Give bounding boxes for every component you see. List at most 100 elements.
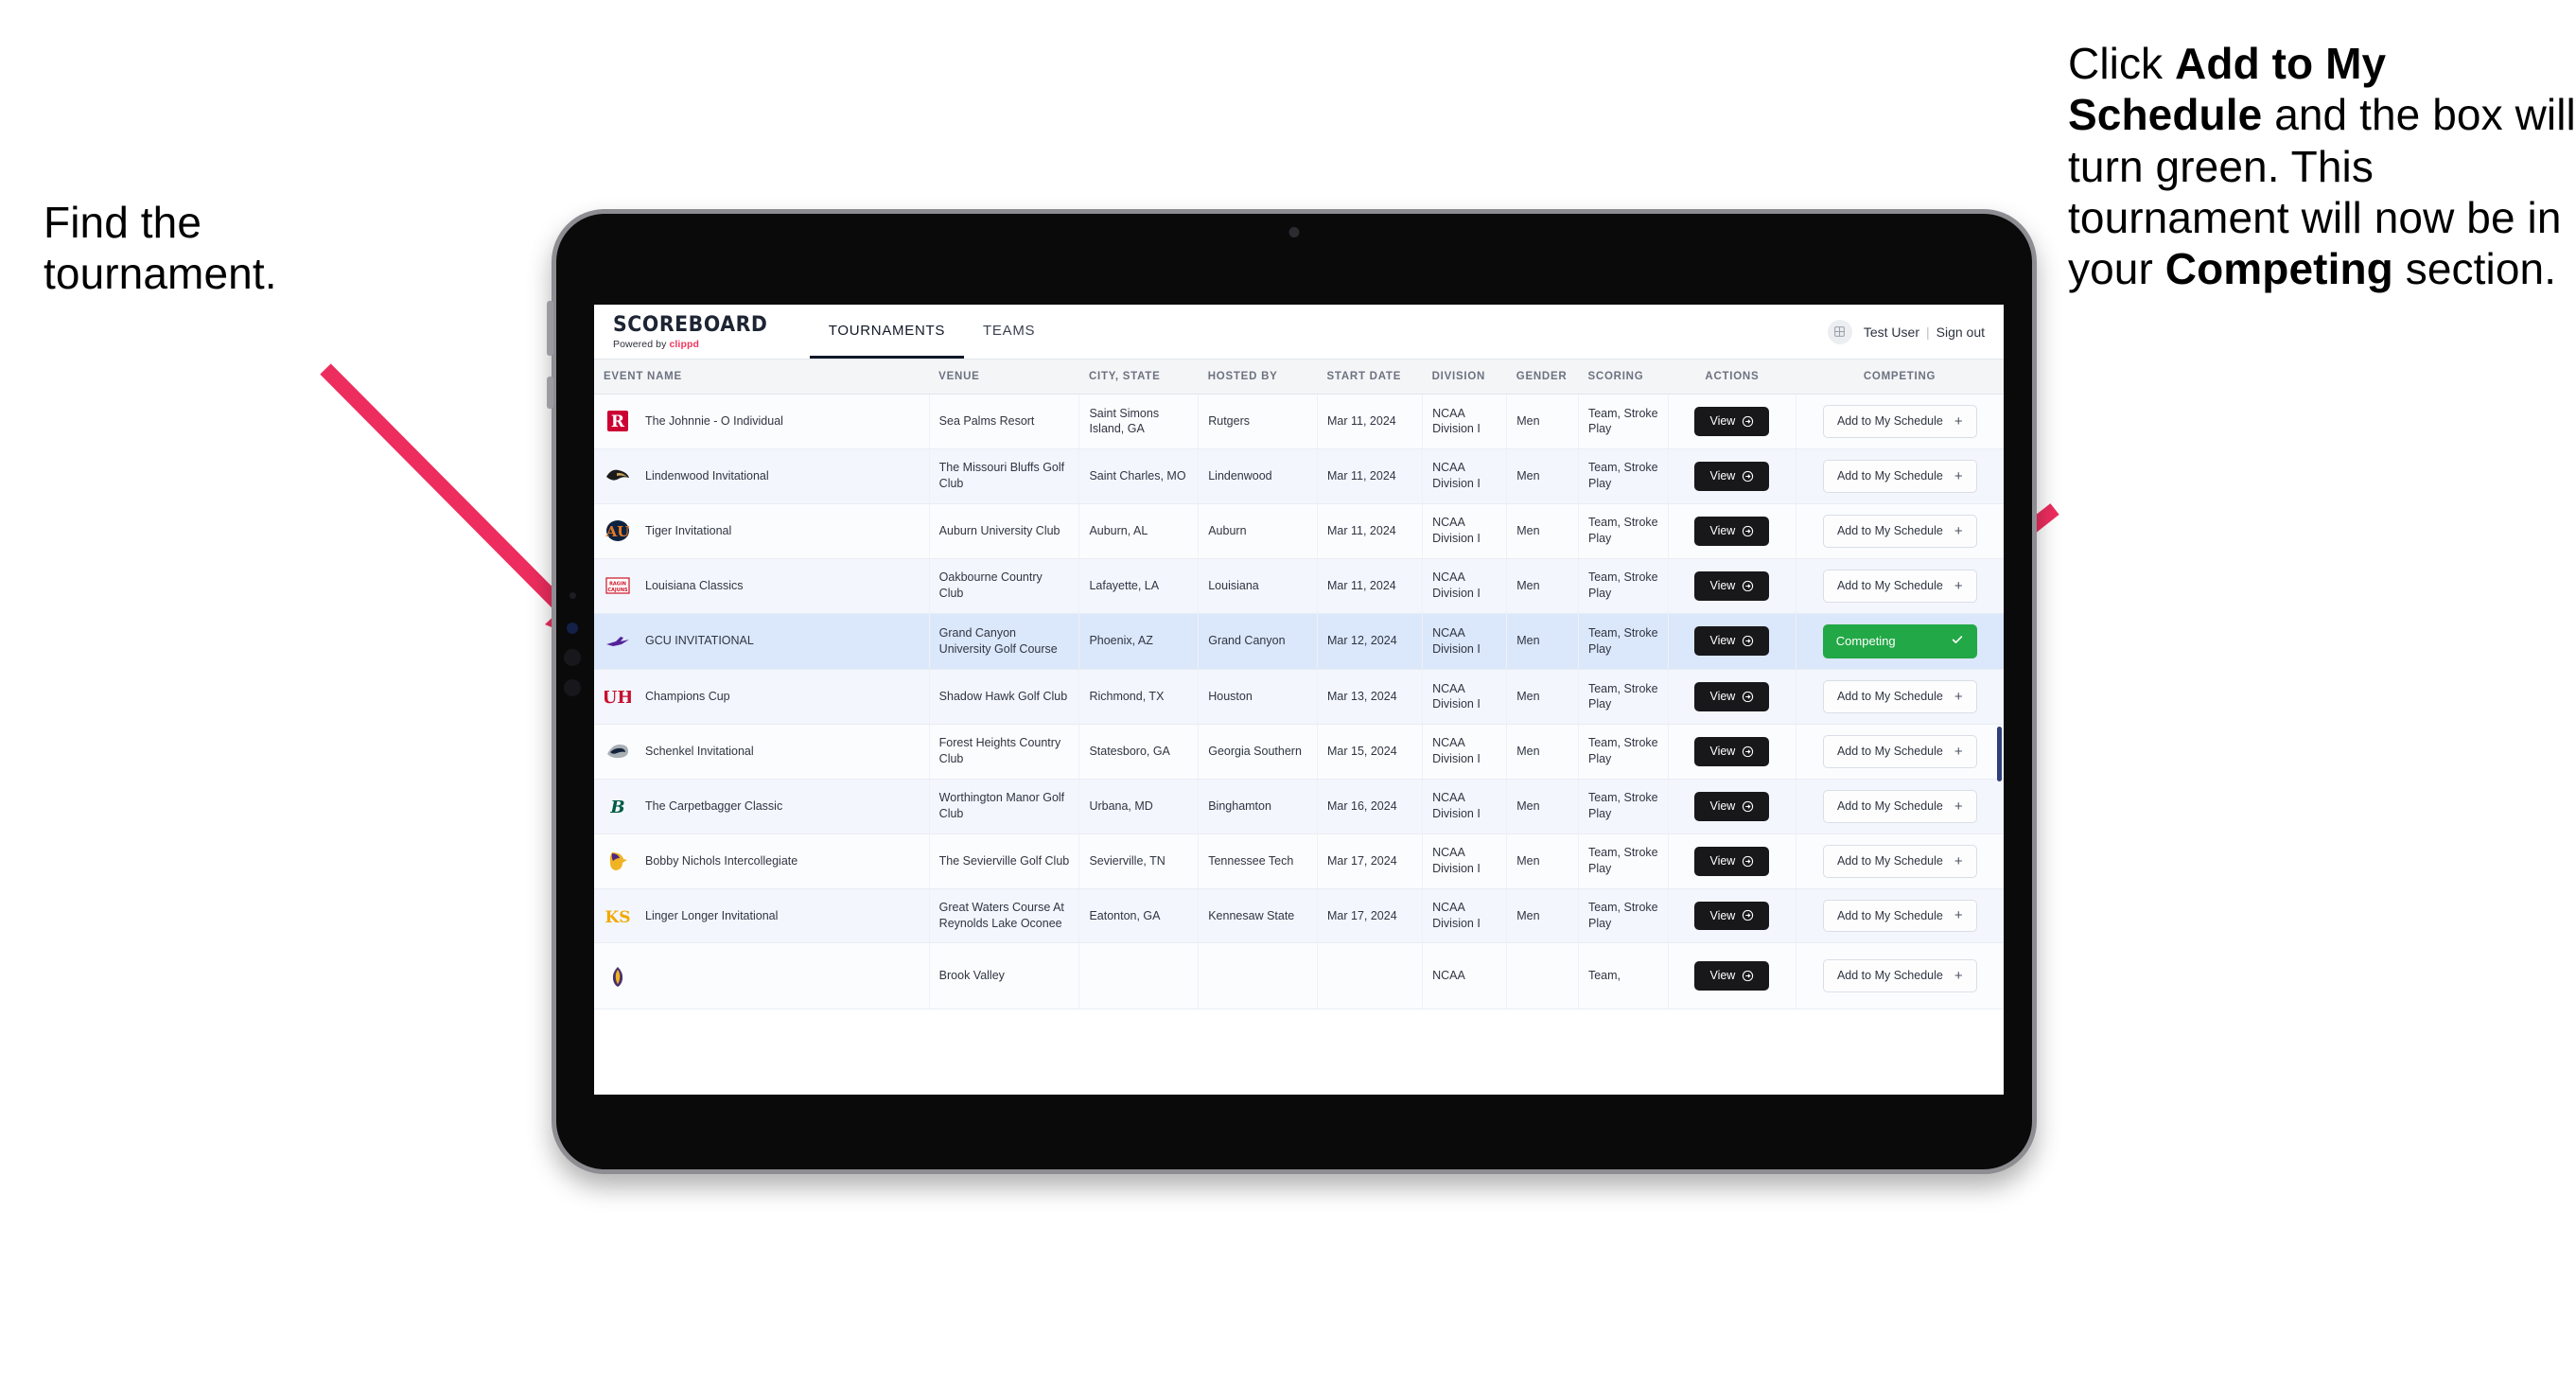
add-to-my-schedule-button[interactable]: Add to My Schedule + — [1822, 844, 1977, 878]
view-button[interactable]: View — [1694, 461, 1770, 491]
tournaments-table-scroll[interactable]: EVENT NAME VENUE CITY, STATE HOSTED BY S… — [594, 360, 2004, 1095]
plus-icon: + — [1954, 688, 1963, 705]
table-row[interactable]: KS Linger Longer Invitational Great Waters… — [594, 888, 2004, 944]
table-row[interactable]: GCU INVITATIONAL Grand Canyon University … — [594, 613, 2004, 671]
event-name-wrap: AU Tiger Invitational — [604, 518, 920, 544]
add-to-my-schedule-label: Add to My Schedule — [1836, 468, 1943, 482]
cell-gender: Men — [1506, 669, 1579, 725]
view-button-label: View — [1709, 744, 1736, 758]
arrow-right-circle-icon — [1742, 691, 1754, 703]
table-row[interactable]: Bobby Nichols Intercollegiate The Sevierv… — [594, 833, 2004, 889]
cell-gender: Men — [1506, 779, 1579, 834]
cell-event-name: KS Linger Longer Invitational — [594, 888, 930, 944]
volume-button[interactable] — [547, 377, 553, 409]
event-name-label: Louisiana Classics — [645, 578, 744, 592]
plus-icon: + — [1954, 467, 1963, 484]
event-name-wrap: Bobby Nichols Intercollegiate — [604, 848, 920, 874]
svg-text:R: R — [611, 412, 625, 431]
view-button[interactable]: View — [1694, 901, 1770, 931]
add-to-my-schedule-label: Add to My Schedule — [1836, 969, 1943, 983]
col-start-date[interactable]: START DATE — [1317, 360, 1423, 395]
brand-powered-name: clippd — [669, 339, 699, 350]
table-row[interactable]: RAGIN CAJUNS Louisiana Classics Oakbourne C… — [594, 558, 2004, 614]
add-to-my-schedule-button[interactable]: Add to My Schedule + — [1822, 734, 1977, 768]
user-name: Test User — [1863, 324, 1919, 340]
cell-scoring: Team, — [1578, 942, 1670, 1010]
table-row[interactable]: AU Tiger Invitational Auburn University Cl… — [594, 503, 2004, 559]
cell-venue: Forest Heights Country Club — [929, 724, 1080, 780]
table-row[interactable]: Brook Valley NCAA Team, View Add to My Sched… — [594, 942, 2004, 1010]
east-carolina-logo — [604, 963, 632, 990]
add-to-my-schedule-button[interactable]: Add to My Schedule + — [1822, 959, 1977, 993]
table-row[interactable]: Lindenwood Invitational The Missouri Bluf… — [594, 448, 2004, 504]
svg-text:CAJUNS: CAJUNS — [607, 588, 628, 593]
col-gender[interactable]: GENDER — [1506, 360, 1579, 395]
col-division[interactable]: DIVISION — [1422, 360, 1507, 395]
screenshot-root: Find the tournament. Click Add to My Sch… — [0, 0, 2576, 1386]
louisiana-logo: RAGIN CAJUNS — [604, 572, 632, 599]
event-name-label: Lindenwood Invitational — [645, 468, 769, 482]
add-to-my-schedule-button[interactable]: Add to My Schedule + — [1822, 569, 1977, 603]
table-row[interactable]: Schenkel Invitational Forest Heights Coun… — [594, 724, 2004, 780]
power-button[interactable] — [547, 301, 553, 356]
event-name-wrap: RAGIN CAJUNS Louisiana Classics — [604, 572, 920, 599]
annotation-right: Click Add to My Schedule and the box wil… — [2068, 38, 2576, 294]
bezel-sensor-dot-3 — [564, 649, 581, 666]
bezel-sensor-dot-4 — [564, 679, 581, 696]
annotation-left-line-1: Find the — [44, 198, 202, 247]
tab-tournaments[interactable]: TOURNAMENTS — [809, 305, 965, 359]
table-row[interactable]: UH Champions Cup Shadow Hawk Golf Club Rich… — [594, 669, 2004, 725]
cell-scoring: Team, Stroke Play — [1578, 448, 1670, 504]
svg-text:B: B — [609, 798, 624, 817]
view-button[interactable]: View — [1694, 682, 1770, 711]
arrow-right-circle-icon — [1742, 800, 1754, 813]
event-name-label: Champions Cup — [645, 690, 730, 704]
add-to-my-schedule-button[interactable]: Add to My Schedule + — [1822, 514, 1977, 548]
cell-competing: Add to My Schedule + — [1796, 669, 2004, 725]
cell-hosted-by: Lindenwood — [1198, 448, 1318, 504]
col-event-name[interactable]: EVENT NAME — [594, 360, 930, 395]
col-venue[interactable]: VENUE — [929, 360, 1079, 395]
add-to-my-schedule-label: Add to My Schedule — [1836, 578, 1943, 592]
col-hosted-by[interactable]: HOSTED BY — [1198, 360, 1318, 395]
bezel-sensor-dot-1 — [570, 592, 576, 599]
binghamton-logo: B — [604, 793, 632, 819]
view-button[interactable]: View — [1694, 407, 1770, 436]
view-button[interactable]: View — [1694, 846, 1770, 876]
col-scoring[interactable]: SCORING — [1578, 360, 1669, 395]
cell-competing: Add to My Schedule + — [1796, 394, 2004, 449]
add-to-my-schedule-button[interactable]: Add to My Schedule + — [1822, 899, 1977, 933]
view-button[interactable]: View — [1694, 626, 1770, 657]
view-button-label: View — [1709, 468, 1736, 482]
competing-button[interactable]: Competing — [1822, 623, 1977, 659]
cell-event-name: UH Champions Cup — [594, 669, 930, 725]
user-avatar-icon[interactable] — [1827, 319, 1852, 344]
view-button[interactable]: View — [1694, 791, 1770, 821]
cell-city-state: Saint Simons Island, GA — [1078, 394, 1200, 449]
arrow-right-circle-icon — [1742, 970, 1754, 982]
add-to-my-schedule-button[interactable]: Add to My Schedule + — [1822, 680, 1977, 713]
col-city-state[interactable]: CITY, STATE — [1078, 360, 1199, 395]
add-to-my-schedule-button[interactable]: Add to My Schedule + — [1822, 405, 1977, 438]
view-button[interactable]: View — [1694, 516, 1770, 546]
tab-teams[interactable]: TEAMS — [964, 305, 1054, 359]
add-to-my-schedule-label: Add to My Schedule — [1836, 690, 1943, 704]
plus-icon: + — [1954, 852, 1963, 869]
cell-hosted-by: Louisiana — [1198, 558, 1318, 614]
cell-gender: Men — [1506, 503, 1579, 559]
sign-out-link[interactable]: Sign out — [1936, 325, 1985, 340]
plus-icon: + — [1954, 907, 1963, 924]
cell-actions: View — [1668, 833, 1796, 889]
view-button[interactable]: View — [1694, 736, 1770, 766]
cell-actions: View — [1668, 669, 1796, 725]
table-header-row: EVENT NAME VENUE CITY, STATE HOSTED BY S… — [594, 360, 2004, 395]
add-to-my-schedule-button[interactable]: Add to My Schedule + — [1822, 789, 1977, 823]
table-row[interactable]: R The Johnnie - O Individual Sea Palms Res… — [594, 394, 2004, 449]
table-row[interactable]: B The Carpetbagger Classic Worthington Man… — [594, 779, 2004, 834]
event-name-label: The Carpetbagger Classic — [645, 798, 783, 813]
cell-hosted-by: Auburn — [1198, 503, 1318, 559]
view-button[interactable]: View — [1694, 961, 1770, 991]
vertical-scrollbar-thumb[interactable] — [1997, 727, 2002, 781]
add-to-my-schedule-button[interactable]: Add to My Schedule + — [1822, 459, 1977, 493]
view-button[interactable]: View — [1694, 570, 1770, 601]
